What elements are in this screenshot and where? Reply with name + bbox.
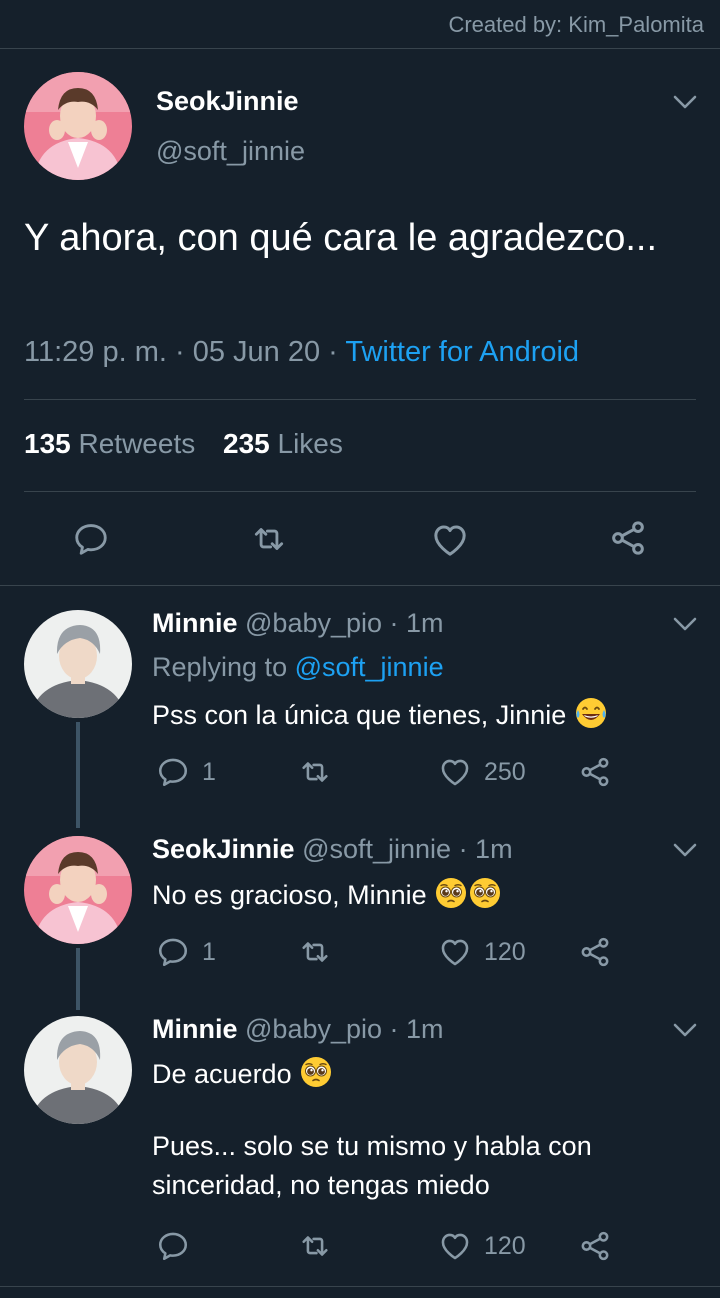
share-icon [608, 518, 648, 558]
like-button[interactable]: 120 [438, 1229, 526, 1263]
reply-icon [156, 755, 190, 789]
replying-to: Replying to @soft_jinnie [152, 652, 444, 683]
author-handle[interactable]: @soft_jinnie [156, 136, 305, 167]
retweet-button[interactable] [250, 520, 288, 558]
reply-button[interactable]: 1 [156, 935, 216, 969]
reply-text-content: Pss con la única que tienes, Jinnie [152, 700, 567, 730]
divider [0, 1286, 720, 1287]
share-button[interactable] [578, 755, 612, 789]
chevron-down-icon[interactable] [672, 1021, 698, 1039]
pleading-face-emoji [434, 876, 468, 910]
like-button[interactable]: 250 [438, 755, 526, 789]
reply-count: 1 [202, 757, 216, 786]
reply-author-handle[interactable]: @soft_jinnie · 1m [302, 834, 513, 864]
reply-author-name[interactable]: SeokJinnie [152, 834, 295, 864]
retweet-icon [298, 935, 332, 969]
share-icon [578, 935, 612, 969]
header-divider [0, 48, 720, 49]
reply-button[interactable] [156, 1229, 190, 1263]
reply-icon [72, 520, 110, 558]
share-icon [578, 755, 612, 789]
like-icon [438, 755, 472, 789]
chevron-down-icon[interactable] [672, 841, 698, 859]
laughing-tears-emoji [574, 696, 608, 730]
reply-text: De acuerdo [152, 1055, 333, 1090]
like-count: 120 [484, 937, 526, 966]
tweet-source-link[interactable]: Twitter for Android [345, 336, 579, 368]
avatar[interactable] [24, 1016, 132, 1124]
reply-header: Minnie @baby_pio · 1m [152, 608, 444, 639]
reply-author-name[interactable]: Minnie [152, 608, 238, 638]
retweet-icon [250, 520, 288, 558]
reply-author-handle[interactable]: @baby_pio · 1m [245, 608, 444, 638]
retweet-icon [298, 755, 332, 789]
tweet-timestamp: 11:29 p. m. · 05 Jun 20 · [24, 336, 346, 368]
share-button[interactable] [578, 1229, 612, 1263]
reply-button[interactable] [72, 520, 110, 558]
retweets-count: 135 [24, 428, 71, 459]
chevron-down-icon[interactable] [672, 615, 698, 633]
reply-button[interactable]: 1 [156, 755, 216, 789]
reply-header: Minnie @baby_pio · 1m [152, 1014, 444, 1045]
reply-text-line: Pues... solo se tu mismo y habla con [152, 1131, 592, 1161]
reply-text: Pss con la única que tienes, Jinnie [152, 696, 608, 731]
like-count: 250 [484, 757, 526, 786]
divider [24, 491, 696, 492]
retweets-stat[interactable]: 135 Retweets [24, 428, 195, 459]
share-button[interactable] [608, 518, 648, 558]
like-count: 120 [484, 1231, 526, 1260]
retweet-icon [298, 1229, 332, 1263]
reply-text-content: No es gracioso, Minnie [152, 880, 427, 910]
reply-text-content: De acuerdo [152, 1059, 292, 1089]
pleading-face-emoji [468, 876, 502, 910]
credit-text: Created by: Kim_Palomita [448, 12, 704, 37]
divider [24, 399, 696, 400]
retweet-button[interactable] [298, 935, 332, 969]
tweet-text: Y ahora, con qué cara le agradezco... [24, 217, 658, 259]
author-name[interactable]: SeokJinnie [156, 86, 299, 117]
retweet-button[interactable] [298, 1229, 332, 1263]
like-icon [438, 935, 472, 969]
thread-line [76, 948, 80, 1010]
likes-label: Likes [277, 428, 343, 459]
replying-to-link[interactable]: @soft_jinnie [295, 652, 444, 682]
pleading-face-emoji [299, 1055, 333, 1089]
avatar[interactable] [24, 610, 132, 718]
reply-icon [156, 1229, 190, 1263]
thread-line [76, 722, 80, 828]
share-button[interactable] [578, 935, 612, 969]
reply-text: No es gracioso, Minnie [152, 876, 502, 911]
reply-icon [156, 935, 190, 969]
avatar[interactable] [24, 72, 132, 180]
like-button[interactable] [430, 520, 470, 560]
tweet-meta: 11:29 p. m. · 05 Jun 20 · Twitter for An… [24, 336, 579, 369]
reply-author-handle[interactable]: @baby_pio · 1m [245, 1014, 444, 1044]
reply-count: 1 [202, 937, 216, 966]
tweet-stats: 135 Retweets 235 Likes [24, 428, 343, 460]
avatar[interactable] [24, 836, 132, 944]
replying-to-label: Replying to [152, 652, 295, 682]
reply-author-name[interactable]: Minnie [152, 1014, 238, 1044]
likes-stat[interactable]: 235 Likes [223, 428, 343, 459]
reply-header: SeokJinnie @soft_jinnie · 1m [152, 834, 513, 865]
share-icon [578, 1229, 612, 1263]
retweet-button[interactable] [298, 755, 332, 789]
likes-count: 235 [223, 428, 270, 459]
like-icon [430, 520, 470, 560]
divider [0, 585, 720, 586]
like-icon [438, 1229, 472, 1263]
like-button[interactable]: 120 [438, 935, 526, 969]
reply-text-line: sinceridad, no tengas miedo [152, 1170, 490, 1200]
retweets-label: Retweets [78, 428, 196, 459]
chevron-down-icon[interactable] [672, 93, 698, 111]
